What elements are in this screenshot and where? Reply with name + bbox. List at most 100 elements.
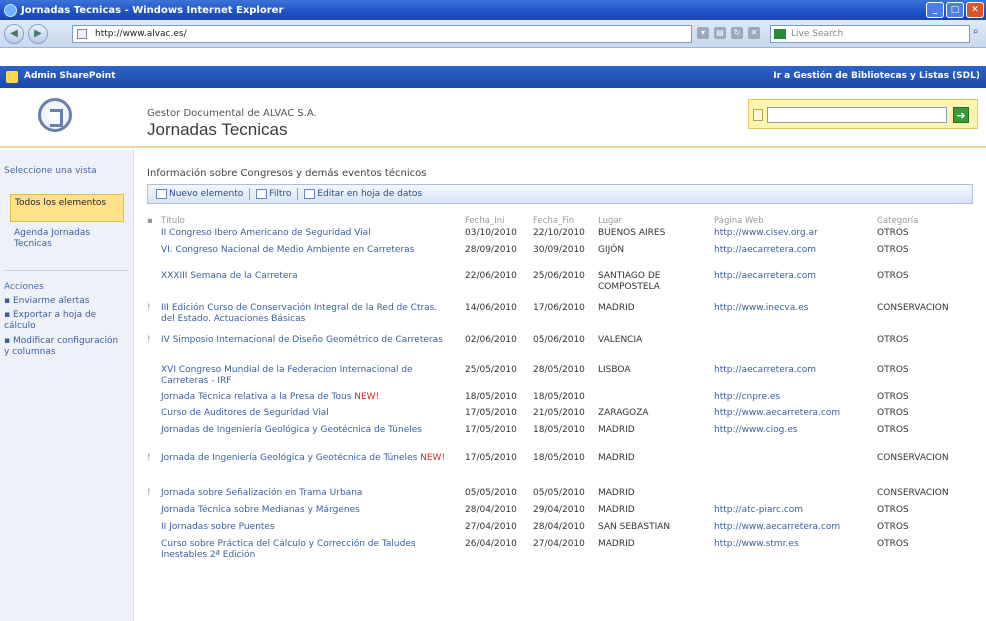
row-web-link[interactable]: http://www.stmr.es [714,539,874,550]
stop-icon[interactable]: ✕ [748,27,760,39]
search-input[interactable] [767,107,947,123]
row-web-link[interactable]: http://www.inecva.es [714,303,874,314]
row-lugar: LISBOA [598,365,631,375]
row-web-link[interactable]: http://www.cisev.org.ar [714,228,874,239]
row-lugar: BUENOS AIRES [598,228,666,238]
row-lugar: SANTIAGO DE COMPOSTELA [598,271,661,292]
col-categoria[interactable]: Categoría [877,216,918,226]
col-title[interactable]: Título [161,216,185,226]
row-web-link[interactable]: http://www.ciog.es [714,425,874,436]
view-item-agenda[interactable]: Agenda Jornadas Tecnicas [14,228,130,250]
browser-search-placeholder: Live Search [791,29,844,39]
actions-heading: Acciones [4,282,44,292]
row-web-link[interactable]: http://aecarretera.com [714,245,874,256]
goto-library-link[interactable]: Ir a Gestión de Bibliotecas y Listas (SD… [773,71,980,81]
action-export-label: Exportar a hoja de cálculo [4,310,97,331]
row-categoria: OTROS [877,505,909,515]
address-tools: ▾ ▤ ↻ ✕ [697,27,760,39]
search-icon[interactable]: ⌕ [973,26,985,42]
row-title-link[interactable]: II Jornadas sobre Puentes [161,522,451,533]
page-title: Jornadas Tecnicas [147,120,288,139]
row-fecha-ini: 17/05/2010 [465,453,517,463]
row-title-link[interactable]: XXXIII Semana de la Carretera [161,271,451,282]
row-fecha-fin: 22/10/2010 [533,228,585,238]
row-title-link[interactable]: II Congreso Ibero Americano de Seguridad… [161,228,451,239]
row-web-link[interactable]: http://aecarretera.com [714,365,874,376]
row-categoria: CONSERVACION [877,453,949,463]
toolbar-separator [297,188,299,200]
row-fecha-fin: 18/05/2010 [533,392,585,402]
row-categoria: OTROS [877,335,909,345]
row-title-link[interactable]: Curso sobre Práctica del Cálculo y Corre… [161,539,451,561]
filter-button[interactable]: Filtro [256,189,291,199]
new-item-button[interactable]: Nuevo elemento [156,189,243,199]
page-icon [77,29,87,39]
row-title-link[interactable]: Jornada Técnica sobre Medianas y Márgene… [161,505,451,516]
row-lugar: MADRID [598,488,635,498]
list-header-row: ▪ Título Fecha_Ini Fecha_Fin Lugar Págin… [147,214,973,228]
edit-datasheet-button[interactable]: Editar en hoja de datos [304,189,422,199]
compat-icon[interactable]: ▤ [714,27,726,39]
row-title-link[interactable]: Jornada de Ingeniería Geológica y Geotéc… [161,453,451,464]
toolbar-separator [249,188,251,200]
row-title-link[interactable]: III Edición Curso de Conservación Integr… [161,303,451,325]
col-web[interactable]: Página Web [714,216,764,226]
refresh-icon[interactable]: ↻ [731,27,743,39]
row-title-link[interactable]: Jornada Técnica relativa a la Presa de T… [161,392,451,403]
row-fecha-ini: 26/04/2010 [465,539,517,549]
row-web-link[interactable]: http://cnpre.es [714,392,874,403]
filter-label: Filtro [269,189,292,199]
row-title-link[interactable]: IV Simposio Internacional de Diseño Geom… [161,335,451,346]
window-titlebar: Jornadas Tecnicas - Windows Internet Exp… [0,0,986,20]
dropdown-icon[interactable]: ▾ [697,27,709,39]
address-toolbar: ◀ ▶ http://www.alvac.es/ ▾ ▤ ↻ ✕ Live Se… [0,20,986,48]
back-icon[interactable]: ◀ [4,24,24,44]
edit-datasheet-label: Editar en hoja de datos [317,189,423,199]
minimize-icon[interactable]: _ [926,2,944,18]
row-web-link[interactable]: http://atc-piarc.com [714,505,874,516]
attachment-icon: ! [147,453,151,463]
search-go-icon[interactable]: ➜ [953,107,969,123]
browser-search-input[interactable]: Live Search [770,25,970,43]
address-input[interactable]: http://www.alvac.es/ [72,25,692,43]
maximize-icon[interactable]: □ [946,2,964,18]
row-web-link[interactable]: http://aecarretera.com [714,271,874,282]
row-fecha-ini: 17/05/2010 [465,408,517,418]
row-fecha-fin: 25/06/2010 [533,271,585,281]
action-modify[interactable]: ▪ Modificar configuración y columnas [4,336,120,358]
row-fecha-ini: 28/04/2010 [465,505,517,515]
filter-icon [256,189,268,199]
col-fecha-fin[interactable]: Fecha_Fin [533,216,574,226]
col-lugar[interactable]: Lugar [598,216,622,226]
breadcrumb[interactable]: Gestor Documental de ALVAC S.A. [147,108,317,119]
ie-icon [4,3,17,17]
row-lugar: ZARAGOZA [598,408,649,418]
row-fecha-ini: 27/04/2010 [465,522,517,532]
row-fecha-ini: 22/06/2010 [465,271,517,281]
row-lugar: VALENCIA [598,335,643,345]
row-fecha-fin: 17/06/2010 [533,303,585,313]
row-web-link[interactable]: http://www.aecarretera.com [714,522,874,533]
row-web-link[interactable]: http://www.aecarretera.com [714,408,874,419]
row-title-link[interactable]: Jornadas de Ingeniería Geológica y Geoté… [161,425,451,436]
row-fecha-fin: 28/05/2010 [533,365,585,375]
row-fecha-ini: 25/05/2010 [465,365,517,375]
row-title-link[interactable]: Jornada sobre Señalización en Trama Urba… [161,488,451,499]
row-title-link[interactable]: XVI Congreso Mundial de la Federacion In… [161,365,451,387]
row-fecha-ini: 03/10/2010 [465,228,517,238]
col-fecha-ini[interactable]: Fecha_Ini [465,216,504,226]
close-icon[interactable]: ✕ [966,2,984,18]
site-link[interactable]: Admin SharePoint [24,71,116,81]
action-export[interactable]: ▪ Exportar a hoja de cálculo [4,310,120,332]
search-scope-icon [753,109,763,121]
row-title-link[interactable]: Curso de Auditores de Seguridad Vial [161,408,451,419]
action-alerts[interactable]: ▪ Enviarme alertas [4,296,120,307]
row-categoria: OTROS [877,408,909,418]
row-fecha-fin: 18/05/2010 [533,453,585,463]
row-title-link[interactable]: VI. Congreso Nacional de Medio Ambiente … [161,245,451,256]
row-fecha-fin: 27/04/2010 [533,539,585,549]
attachment-column-icon: ▪ [147,216,153,226]
view-item-all[interactable]: Todos los elementos [10,194,124,222]
forward-icon[interactable]: ▶ [28,24,48,44]
row-fecha-fin: 18/05/2010 [533,425,585,435]
